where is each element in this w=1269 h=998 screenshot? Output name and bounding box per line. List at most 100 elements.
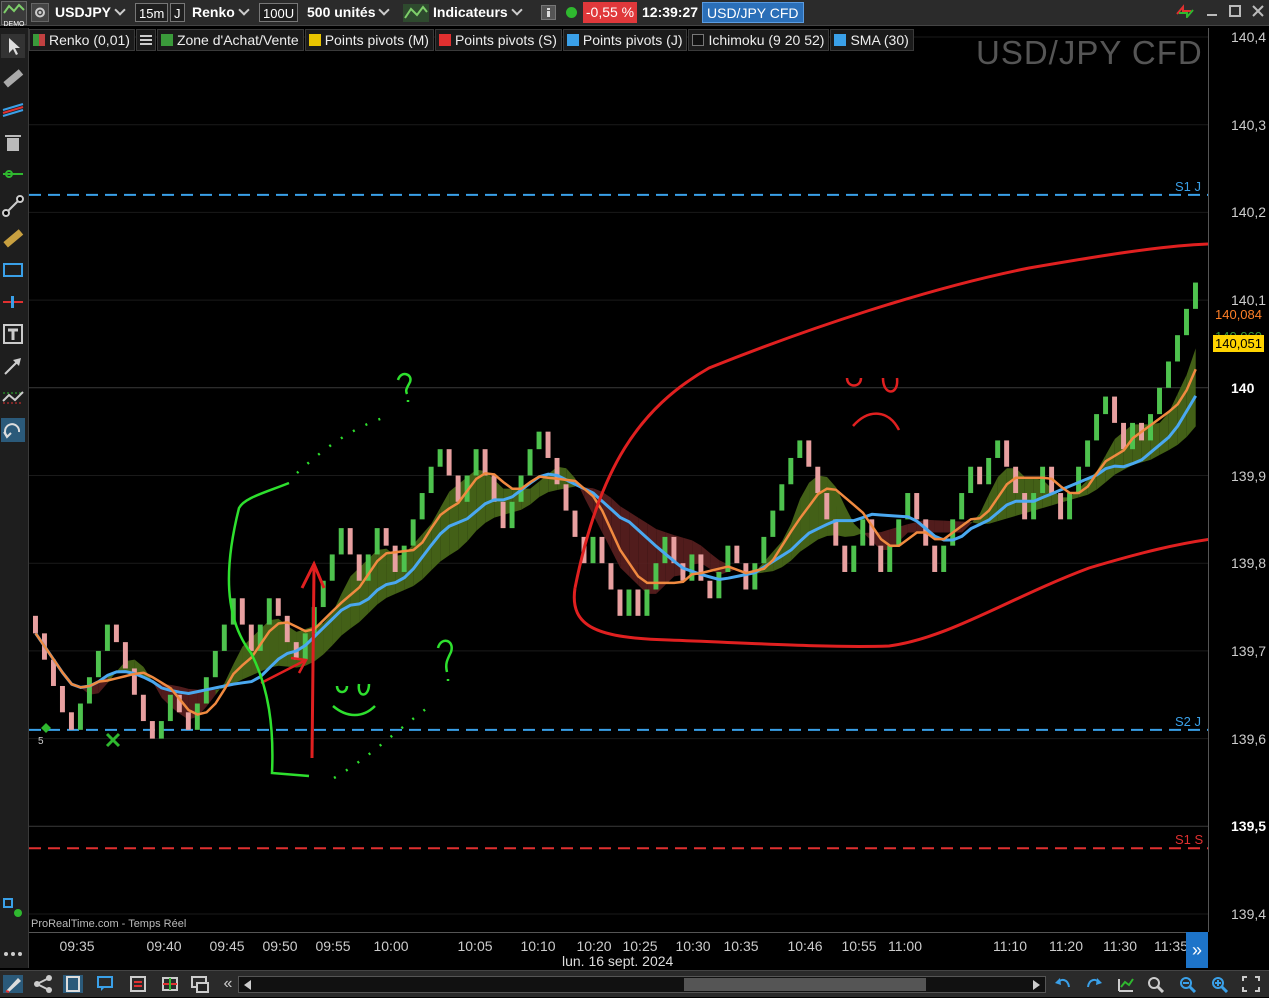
renko-brick	[770, 510, 776, 537]
zoom-fit-button[interactable]	[1146, 975, 1166, 994]
renko-brick	[185, 712, 191, 730]
undo-icon	[1055, 978, 1070, 988]
renko-brick	[851, 545, 857, 572]
chart-type-selector[interactable]: Renko	[192, 3, 250, 22]
scroll-left-arrow[interactable]	[244, 980, 251, 990]
timeframe-selector[interactable]: 15m	[135, 3, 169, 22]
indicator-label: Points pivots (J)	[582, 32, 683, 48]
timeframe-unit-button[interactable]: J	[170, 3, 185, 22]
chevron-down-icon	[114, 4, 126, 16]
indicator-legend-bar: Renko (0,01) Zone d'Achat/Vente Points p…	[29, 29, 915, 51]
more-tools-button[interactable]	[1, 942, 25, 966]
chat-button[interactable]	[96, 975, 116, 993]
undo-drawing-tool[interactable]	[1, 418, 25, 442]
horizontal-line-tool[interactable]	[1, 162, 25, 186]
segment-icon	[2, 195, 24, 217]
zoom-fit-icon	[1148, 977, 1165, 994]
time-tick-label: 10:55	[841, 938, 877, 954]
renko-brick	[536, 431, 542, 450]
indicator-pivots-j[interactable]: Points pivots (J)	[562, 29, 688, 51]
delete-tool[interactable]	[1, 130, 25, 154]
scrollbar-thumb[interactable]	[684, 978, 926, 991]
renko-brick	[788, 457, 794, 485]
undo-button[interactable]	[1053, 975, 1073, 993]
portfolio-button[interactable]	[160, 975, 180, 993]
renko-brick	[545, 431, 551, 458]
chart-scrollbar[interactable]	[238, 976, 1046, 993]
symbol-selector[interactable]: USDJPY	[55, 3, 126, 22]
trend-line-tool[interactable]	[1, 98, 25, 122]
settings-button[interactable]	[31, 3, 49, 22]
scroll-right-tab[interactable]: »	[1186, 932, 1208, 968]
share-button[interactable]	[33, 975, 53, 993]
chart-type-label: Renko	[192, 4, 235, 20]
renko-brick	[1085, 440, 1091, 467]
price-line-tool[interactable]	[1, 290, 25, 314]
price-tick-label: 139,6	[1231, 730, 1267, 747]
cursor-tool[interactable]	[1, 34, 25, 58]
indicators-button[interactable]: Indicateurs	[403, 3, 523, 22]
price-tick-label: 139,5	[1231, 818, 1267, 835]
renko-brick	[212, 650, 218, 678]
double-chevron-left-icon: «	[223, 975, 233, 992]
green-cross-marker	[105, 732, 121, 748]
segment-tool[interactable]	[1, 194, 25, 218]
indicator-zone[interactable]: Zone d'Achat/Vente	[156, 29, 304, 51]
close-icon[interactable]	[1251, 4, 1265, 18]
text-tool[interactable]	[1, 322, 25, 346]
zoom-out-icon	[1180, 977, 1197, 994]
price-chart[interactable]: 5	[29, 28, 1208, 932]
renko-brick	[815, 466, 821, 494]
zoom-in-button[interactable]	[1210, 975, 1230, 994]
kijun-line	[34, 368, 1197, 716]
renko-brick	[329, 554, 335, 581]
orders-button[interactable]	[128, 975, 148, 993]
renko-brick	[644, 589, 650, 616]
renko-brick	[995, 440, 1001, 458]
ruler-tool[interactable]	[1, 66, 25, 90]
price-axis[interactable]: 140,4 140,3 140,2 140,1 140 139,9 139,8 139,7 13…	[1208, 28, 1269, 932]
renko-brick	[1076, 466, 1082, 494]
renko-brick	[266, 598, 272, 625]
indicators-label: Indicateurs	[433, 4, 508, 20]
screener-button[interactable]	[190, 975, 210, 993]
indicator-sma[interactable]: SMA (30)	[830, 29, 914, 51]
minimize-icon[interactable]	[1205, 4, 1219, 18]
arrow-tool[interactable]	[1, 354, 25, 378]
layout-button[interactable]	[63, 975, 83, 993]
units-selector[interactable]: 500 unités	[307, 3, 391, 22]
fullscreen-button[interactable]	[1241, 975, 1261, 993]
indicator-list-button[interactable]	[135, 29, 156, 51]
symbol-tag[interactable]: USD/JPY CFD	[702, 2, 804, 23]
renko-brick	[1040, 466, 1046, 494]
indicator-pivots-m[interactable]: Points pivots (M)	[304, 29, 434, 51]
maximize-icon[interactable]	[1228, 4, 1242, 18]
redo-button[interactable]	[1084, 975, 1104, 993]
pivot-label: S2 J	[1175, 713, 1202, 729]
add-chart-button[interactable]	[1116, 975, 1136, 993]
indicator-pivots-s[interactable]: Points pivots (S)	[434, 29, 562, 51]
measure-tool[interactable]	[1, 226, 25, 250]
rectangle-tool[interactable]	[1, 258, 25, 282]
sync-arrows-icon[interactable]	[1174, 4, 1196, 18]
scroll-right-arrow[interactable]	[1033, 980, 1040, 990]
renko-brick	[824, 493, 830, 520]
indicator-ichimoku[interactable]: Ichimoku (9 20 52)	[688, 29, 830, 51]
cloud-segment	[907, 521, 917, 533]
zoom-out-button[interactable]	[1178, 975, 1198, 994]
collapse-left-button[interactable]: «	[218, 975, 238, 993]
expand-tools-button[interactable]	[1, 896, 25, 920]
green-dotted-upper	[296, 414, 390, 474]
sma-swatch	[834, 34, 847, 46]
renko-brick	[275, 598, 281, 616]
box-size-field[interactable]: 100U	[259, 3, 299, 22]
info-button[interactable]	[541, 5, 556, 20]
add-chart-icon	[1118, 978, 1134, 992]
renko-brick	[896, 519, 902, 546]
screener-icon	[191, 976, 209, 993]
indicator-renko[interactable]: Renko (0,01)	[29, 29, 135, 51]
time-axis[interactable]: lun. 16 sept. 2024 09:35 09:40 09:45 09:50 0…	[29, 932, 1208, 971]
fibonacci-tool[interactable]	[1, 386, 25, 410]
indicator-label: Points pivots (M)	[324, 32, 429, 48]
pen-button[interactable]	[3, 975, 23, 993]
